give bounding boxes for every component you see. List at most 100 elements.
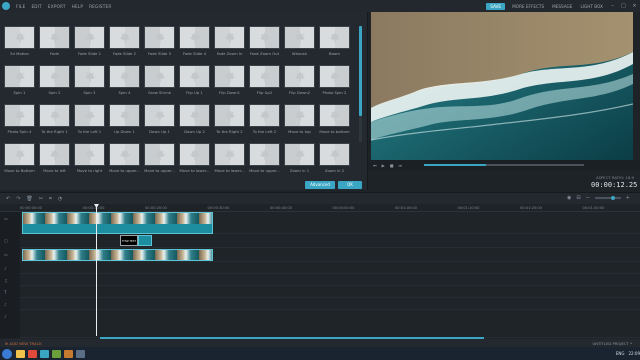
app-icon[interactable] bbox=[52, 349, 61, 358]
video-clip-track2[interactable] bbox=[22, 249, 213, 261]
redo-icon[interactable]: ↷ bbox=[16, 196, 20, 202]
transition-tile[interactable]: Fade Slide 3 bbox=[144, 26, 175, 59]
transition-tile[interactable]: Flip Up 1 bbox=[179, 65, 210, 98]
audio-track-2[interactable] bbox=[20, 298, 640, 310]
more-effects-link[interactable]: MORE EFFECTS bbox=[508, 4, 548, 9]
menu-export[interactable]: EXPORT bbox=[45, 4, 69, 9]
transition-tile[interactable]: Boom bbox=[319, 26, 350, 59]
maximize-icon[interactable]: □ bbox=[621, 3, 626, 9]
title-clip-extension[interactable] bbox=[138, 235, 152, 246]
transition-tile[interactable]: Spin 4 bbox=[109, 65, 140, 98]
transition-tile[interactable]: To the Left 2 bbox=[249, 104, 280, 137]
app-icon[interactable] bbox=[76, 349, 85, 358]
transition-tile[interactable]: Move to right bbox=[74, 143, 105, 176]
close-icon[interactable]: × bbox=[632, 3, 637, 9]
transition-tile[interactable]: Zoom in 1 bbox=[284, 143, 315, 176]
transition-tile[interactable]: Fade Zoom Out bbox=[249, 26, 280, 59]
save-button[interactable]: SAVE bbox=[486, 2, 506, 10]
transition-tile[interactable]: Move to left bbox=[39, 143, 70, 176]
editor-app-icon[interactable] bbox=[40, 349, 49, 358]
zoom-knob[interactable] bbox=[610, 195, 615, 200]
scrollbar-thumb[interactable] bbox=[359, 26, 362, 116]
transition-tile[interactable]: Fade Slide 2 bbox=[109, 26, 140, 59]
menu-file[interactable]: FILE bbox=[13, 4, 28, 9]
transition-tile[interactable]: Move to Bottom bbox=[4, 143, 35, 176]
zoom-slider[interactable] bbox=[594, 195, 621, 200]
play-icon[interactable]: ▶ bbox=[382, 163, 385, 168]
transition-tile[interactable]: Down Up 1 bbox=[144, 104, 175, 137]
undo-icon[interactable]: ↶ bbox=[6, 196, 10, 202]
transition-tile[interactable]: Spin 1 bbox=[4, 65, 35, 98]
track-type-icon[interactable]: ▭ bbox=[4, 252, 8, 257]
transition-tile[interactable]: Fade bbox=[39, 26, 70, 59]
transitions-scrollbar[interactable] bbox=[359, 26, 362, 142]
speed-icon[interactable]: ◔ bbox=[58, 196, 62, 202]
title-clip[interactable]: TITLE TEXT bbox=[120, 235, 138, 246]
menu-register[interactable]: REGISTER bbox=[86, 4, 114, 9]
audio-track-1[interactable] bbox=[20, 262, 640, 274]
language-indicator[interactable]: ENG bbox=[616, 351, 625, 356]
track-type-icon[interactable]: ▭ bbox=[4, 216, 8, 221]
track-type-icon[interactable]: ♪ bbox=[4, 302, 7, 307]
crop-icon[interactable]: ⌗ bbox=[49, 196, 52, 202]
zoom-out-icon[interactable]: − bbox=[586, 195, 590, 201]
transition-tile[interactable]: Move to top bbox=[284, 104, 315, 137]
text-track[interactable] bbox=[20, 286, 640, 298]
preview-progress-bar[interactable] bbox=[424, 164, 584, 166]
audio-track-3[interactable] bbox=[20, 310, 640, 338]
transition-tile[interactable]: Flip Down1 bbox=[214, 65, 245, 98]
track-type-icon[interactable]: ♪ bbox=[4, 266, 7, 271]
transition-tile[interactable]: To the Right 1 bbox=[39, 104, 70, 137]
transition-tile[interactable]: Spin 2 bbox=[39, 65, 70, 98]
transition-tile[interactable]: To the Right 2 bbox=[214, 104, 245, 137]
transition-tile[interactable]: Fade Slide 1 bbox=[74, 26, 105, 59]
skip-forward-icon[interactable]: ⏭ bbox=[398, 163, 402, 168]
transition-tile[interactable]: Flip Up2 bbox=[249, 65, 280, 98]
menu-edit[interactable]: EDIT bbox=[28, 4, 44, 9]
start-button-icon[interactable] bbox=[2, 348, 12, 359]
zoom-in-icon[interactable]: + bbox=[626, 195, 630, 201]
transition-tile[interactable]: Photo Spin 2 bbox=[319, 65, 350, 98]
playhead[interactable] bbox=[94, 204, 99, 336]
minimize-icon[interactable]: – bbox=[610, 3, 615, 9]
transition-tile[interactable]: To the Left 1 bbox=[74, 104, 105, 137]
transition-tile[interactable]: Move to lower... bbox=[214, 143, 245, 176]
transition-tile[interactable]: Move to lower... bbox=[179, 143, 210, 176]
transition-tile[interactable]: Move to upper... bbox=[109, 143, 140, 176]
track-type-icon[interactable]: T bbox=[4, 290, 6, 295]
track-type-icon[interactable]: ♫ bbox=[4, 278, 8, 283]
message-link[interactable]: MESSAGE bbox=[548, 4, 576, 9]
transition-tile[interactable]: Grow Shrink bbox=[144, 65, 175, 98]
track-type-icon[interactable]: ▢ bbox=[4, 238, 8, 243]
cut-icon[interactable]: ✂ bbox=[39, 196, 43, 202]
snap-icon[interactable]: ⊟ bbox=[576, 195, 580, 201]
render-icon[interactable]: ◉ bbox=[567, 195, 571, 201]
transition-tile[interactable]: Fade Zoom In bbox=[214, 26, 245, 59]
skip-back-icon[interactable]: ⏮ bbox=[373, 163, 377, 168]
transition-tile[interactable]: Flip Down2 bbox=[284, 65, 315, 98]
clock[interactable]: 22:09 bbox=[628, 351, 640, 356]
transition-tile[interactable]: Up Down 1 bbox=[109, 104, 140, 137]
transition-tile[interactable]: Photo Spin 4 bbox=[4, 104, 35, 137]
video-clip-track1[interactable] bbox=[22, 212, 213, 234]
transition-tile[interactable]: Down Up 2 bbox=[179, 104, 210, 137]
transition-tile[interactable]: 3d Motion bbox=[4, 26, 35, 59]
transition-tile[interactable]: Move to upper... bbox=[249, 143, 280, 176]
explorer-icon[interactable] bbox=[16, 349, 25, 358]
advanced-button[interactable]: Advanced bbox=[305, 181, 335, 189]
transition-tile[interactable]: Move to bottom bbox=[319, 104, 350, 137]
music-track[interactable] bbox=[20, 274, 640, 286]
transition-tile[interactable]: Move to upper... bbox=[144, 143, 175, 176]
track-type-icon[interactable]: ♪ bbox=[4, 314, 7, 319]
add-track-button[interactable]: ⊕ ADD NEW TRACK bbox=[5, 341, 42, 346]
ok-button[interactable]: OK bbox=[338, 181, 362, 189]
transition-tile[interactable]: Fade Slide 4 bbox=[179, 26, 210, 59]
transition-tile[interactable]: Whoosh bbox=[284, 26, 315, 59]
stop-icon[interactable]: ■ bbox=[390, 163, 394, 168]
light-box-link[interactable]: LIGHT BOX bbox=[576, 4, 607, 9]
pip-track[interactable] bbox=[20, 234, 640, 248]
delete-icon[interactable]: 🗑 bbox=[26, 196, 32, 202]
browser-icon[interactable] bbox=[28, 349, 37, 358]
app-icon[interactable] bbox=[64, 349, 73, 358]
transition-tile[interactable]: Zoom in 2 bbox=[319, 143, 350, 176]
